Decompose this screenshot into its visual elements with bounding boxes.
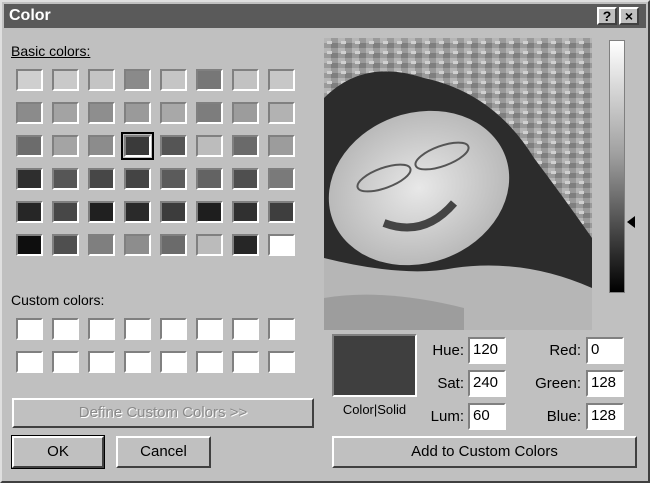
green-field[interactable]: 128 bbox=[586, 370, 624, 397]
basic-color-swatch[interactable] bbox=[268, 102, 295, 124]
basic-color-swatch[interactable] bbox=[232, 234, 259, 256]
basic-color-swatch[interactable] bbox=[196, 135, 223, 157]
basic-color-swatch[interactable] bbox=[124, 102, 151, 124]
custom-color-swatch[interactable] bbox=[124, 351, 151, 373]
basic-color-swatch[interactable] bbox=[16, 135, 43, 157]
basic-color-swatch[interactable] bbox=[124, 69, 151, 91]
basic-color-swatch[interactable] bbox=[52, 102, 79, 124]
basic-color-swatch[interactable] bbox=[16, 168, 43, 190]
sat-field[interactable]: 240 bbox=[468, 370, 506, 397]
basic-color-swatch[interactable] bbox=[88, 102, 115, 124]
basic-color-swatch[interactable] bbox=[124, 168, 151, 190]
custom-color-swatch[interactable] bbox=[52, 318, 79, 340]
basic-color-swatch[interactable] bbox=[232, 201, 259, 223]
hue-label: Hue: bbox=[432, 342, 464, 359]
custom-colors-label: Custom colors: bbox=[11, 292, 104, 308]
basic-color-swatch[interactable] bbox=[52, 201, 79, 223]
custom-color-swatch[interactable] bbox=[16, 351, 43, 373]
basic-color-swatch[interactable] bbox=[268, 201, 295, 223]
basic-color-swatch[interactable] bbox=[16, 69, 43, 91]
basic-color-swatch[interactable] bbox=[16, 234, 43, 256]
add-to-custom-colors-button[interactable]: Add to Custom Colors bbox=[332, 436, 637, 468]
custom-color-swatch[interactable] bbox=[268, 351, 295, 373]
basic-color-swatch[interactable] bbox=[52, 234, 79, 256]
ok-button[interactable]: OK bbox=[11, 435, 105, 469]
custom-colors-label-text: Custom colors: bbox=[11, 292, 105, 308]
red-label: Red: bbox=[549, 342, 581, 359]
custom-color-swatch[interactable] bbox=[88, 318, 115, 340]
basic-color-swatch[interactable] bbox=[160, 69, 187, 91]
basic-color-swatch[interactable] bbox=[160, 234, 187, 256]
cancel-button[interactable]: Cancel bbox=[116, 436, 211, 468]
luminance-arrow-icon[interactable] bbox=[627, 215, 637, 228]
custom-color-swatch[interactable] bbox=[196, 351, 223, 373]
color-spectrum[interactable] bbox=[324, 38, 592, 330]
basic-color-swatch[interactable] bbox=[160, 201, 187, 223]
basic-color-swatch[interactable] bbox=[160, 102, 187, 124]
basic-color-swatch[interactable] bbox=[196, 168, 223, 190]
basic-color-swatch[interactable] bbox=[88, 201, 115, 223]
basic-colors-label-text: Basic colors: bbox=[11, 43, 91, 59]
green-label: Green: bbox=[535, 375, 581, 392]
lum-label: Lum: bbox=[430, 408, 464, 425]
basic-color-swatch[interactable] bbox=[268, 135, 295, 157]
custom-color-swatch[interactable] bbox=[16, 318, 43, 340]
basic-colors-label: Basic colors: bbox=[11, 43, 90, 59]
basic-color-swatch[interactable] bbox=[232, 135, 259, 157]
basic-color-swatch[interactable] bbox=[160, 135, 187, 157]
basic-color-swatch[interactable] bbox=[52, 168, 79, 190]
custom-color-swatch[interactable] bbox=[196, 318, 223, 340]
hue-field[interactable]: 120 bbox=[468, 337, 506, 364]
define-custom-colors-button[interactable]: Define Custom Colors >> bbox=[12, 398, 314, 428]
red-field[interactable]: 0 bbox=[586, 337, 624, 364]
window-title: Color bbox=[9, 7, 51, 24]
basic-color-swatch[interactable] bbox=[88, 168, 115, 190]
basic-color-swatch[interactable] bbox=[88, 135, 115, 157]
help-button[interactable]: ? bbox=[597, 7, 617, 25]
basic-color-swatch[interactable] bbox=[16, 201, 43, 223]
basic-color-swatch[interactable] bbox=[268, 168, 295, 190]
basic-color-swatch[interactable] bbox=[268, 69, 295, 91]
basic-color-swatch[interactable] bbox=[268, 234, 295, 256]
lum-field[interactable]: 60 bbox=[468, 403, 506, 430]
blue-label: Blue: bbox=[546, 408, 581, 425]
basic-color-swatch[interactable] bbox=[121, 132, 154, 160]
sat-label: Sat: bbox=[437, 375, 464, 392]
basic-color-swatch[interactable] bbox=[196, 69, 223, 91]
basic-color-swatch[interactable] bbox=[124, 234, 151, 256]
basic-color-swatch[interactable] bbox=[88, 234, 115, 256]
close-button[interactable]: × bbox=[619, 7, 639, 25]
basic-color-swatch[interactable] bbox=[196, 201, 223, 223]
basic-color-swatch[interactable] bbox=[196, 234, 223, 256]
basic-color-swatch[interactable] bbox=[232, 69, 259, 91]
custom-color-swatch[interactable] bbox=[160, 351, 187, 373]
basic-color-swatch[interactable] bbox=[196, 102, 223, 124]
basic-color-swatch[interactable] bbox=[232, 168, 259, 190]
basic-color-swatch[interactable] bbox=[88, 69, 115, 91]
custom-color-swatch[interactable] bbox=[52, 351, 79, 373]
luminance-slider[interactable] bbox=[609, 40, 625, 293]
custom-color-swatch[interactable] bbox=[232, 318, 259, 340]
custom-color-swatch[interactable] bbox=[124, 318, 151, 340]
color-dialog: Color ? × Basic colors: Custom colors: D… bbox=[0, 0, 650, 483]
custom-color-swatch[interactable] bbox=[232, 351, 259, 373]
basic-color-swatch[interactable] bbox=[124, 201, 151, 223]
basic-color-swatch[interactable] bbox=[52, 135, 79, 157]
custom-color-swatch[interactable] bbox=[160, 318, 187, 340]
blue-field[interactable]: 128 bbox=[586, 403, 624, 430]
basic-color-swatch[interactable] bbox=[160, 168, 187, 190]
custom-color-swatch[interactable] bbox=[268, 318, 295, 340]
basic-color-swatch[interactable] bbox=[52, 69, 79, 91]
title-bar[interactable]: Color ? × bbox=[4, 4, 646, 28]
basic-color-swatch[interactable] bbox=[16, 102, 43, 124]
basic-color-swatch[interactable] bbox=[232, 102, 259, 124]
custom-color-swatch[interactable] bbox=[88, 351, 115, 373]
